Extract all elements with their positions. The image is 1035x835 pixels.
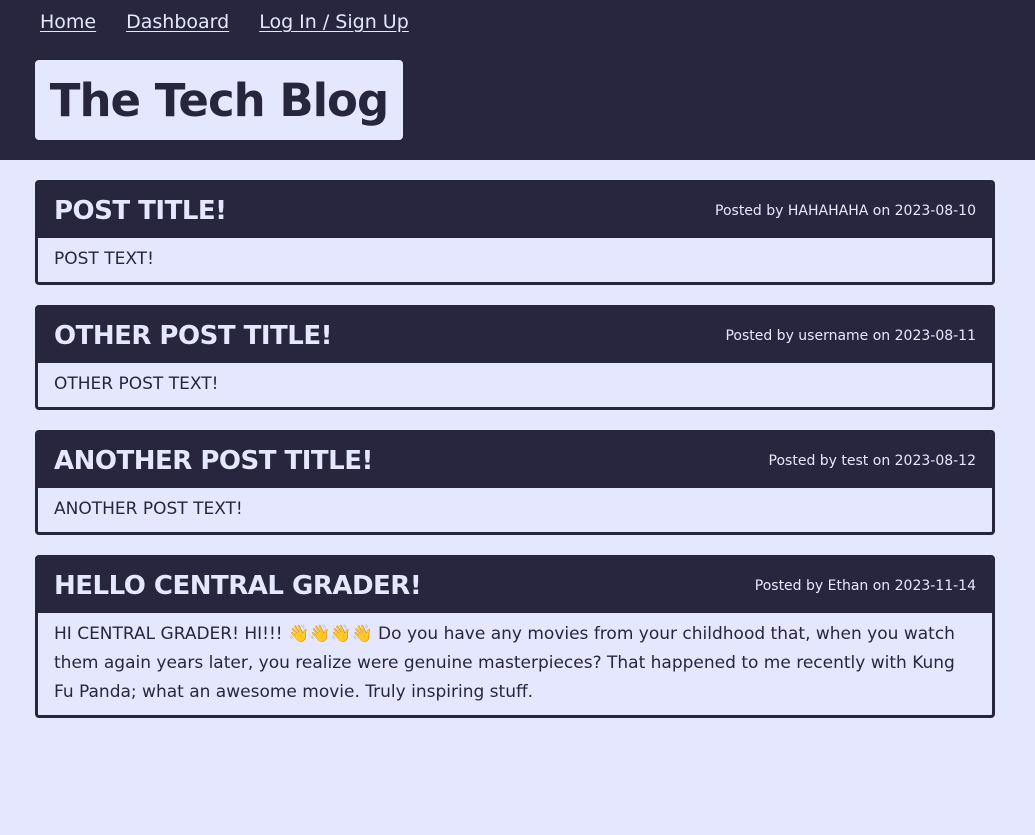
nav-dashboard-link[interactable]: Dashboard (126, 11, 229, 33)
post-title: HELLO CENTRAL GRADER! (54, 570, 422, 601)
post-card[interactable]: OTHER POST TITLE! Posted by username on … (35, 305, 995, 410)
site-header: Home Dashboard Log In / Sign Up The Tech… (0, 0, 1035, 160)
site-title: The Tech Blog (49, 73, 389, 127)
post-card[interactable]: POST TITLE! Posted by HAHAHAHA on 2023-0… (35, 180, 995, 285)
main-nav: Home Dashboard Log In / Sign Up (40, 11, 409, 33)
post-meta: Posted by HAHAHAHA on 2023-08-10 (715, 202, 976, 219)
post-header: POST TITLE! Posted by HAHAHAHA on 2023-0… (38, 183, 992, 238)
nav-login-link[interactable]: Log In / Sign Up (259, 11, 409, 33)
post-header: HELLO CENTRAL GRADER! Posted by Ethan on… (38, 558, 992, 613)
post-body: HI CENTRAL GRADER! HI!!! 👋👋👋👋 Do you hav… (54, 624, 955, 702)
post-card[interactable]: ANOTHER POST TITLE! Posted by test on 20… (35, 430, 995, 535)
post-header: ANOTHER POST TITLE! Posted by test on 20… (38, 433, 992, 488)
post-meta: Posted by username on 2023-08-11 (725, 327, 976, 344)
post-body: POST TEXT! (54, 249, 154, 269)
site-brand: The Tech Blog (35, 60, 403, 140)
post-title: POST TITLE! (54, 195, 227, 226)
post-list: POST TITLE! Posted by HAHAHAHA on 2023-0… (35, 180, 995, 738)
post-body: ANOTHER POST TEXT! (54, 499, 243, 519)
nav-home-link[interactable]: Home (40, 11, 96, 33)
post-title: ANOTHER POST TITLE! (54, 445, 373, 476)
post-card[interactable]: HELLO CENTRAL GRADER! Posted by Ethan on… (35, 555, 995, 718)
post-meta: Posted by Ethan on 2023-11-14 (754, 577, 976, 594)
post-body: OTHER POST TEXT! (54, 374, 219, 394)
post-header: OTHER POST TITLE! Posted by username on … (38, 308, 992, 363)
post-title: OTHER POST TITLE! (54, 320, 332, 351)
post-meta: Posted by test on 2023-08-12 (768, 452, 976, 469)
